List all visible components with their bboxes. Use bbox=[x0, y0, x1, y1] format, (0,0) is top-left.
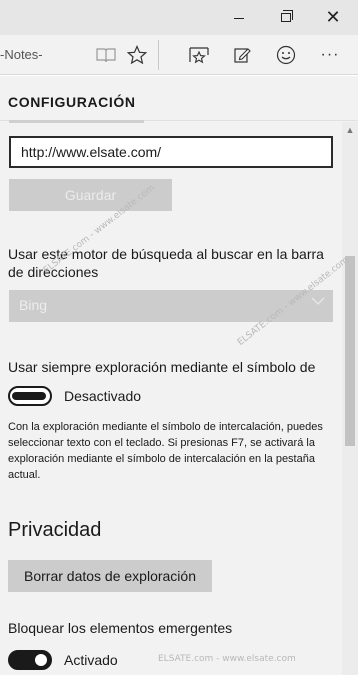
minimize-button[interactable] bbox=[216, 0, 262, 35]
reading-view-button[interactable] bbox=[92, 41, 120, 69]
toggle-track-fill bbox=[12, 392, 46, 400]
hub-favorites-icon bbox=[189, 47, 209, 64]
caret-browsing-toggle[interactable] bbox=[8, 386, 52, 406]
more-ellipsis-icon: ··· bbox=[320, 46, 340, 63]
clear-browsing-data-button[interactable]: Borrar datos de exploración bbox=[8, 560, 212, 592]
hub-button[interactable] bbox=[185, 41, 213, 69]
favorite-star-icon bbox=[127, 45, 147, 65]
watermark: ELSATE.com - www.elsate.com bbox=[158, 654, 296, 664]
caret-browsing-description: Con la exploración mediante el símbolo d… bbox=[8, 421, 323, 481]
popup-block-state: Activado bbox=[64, 652, 118, 668]
chevron-down-icon bbox=[311, 297, 325, 305]
caret-browsing-state: Desactivado bbox=[64, 388, 142, 404]
feedback-button[interactable] bbox=[272, 41, 300, 69]
add-favorite-button[interactable] bbox=[123, 41, 151, 69]
settings-panel: CONFIGURACIÓN http://www.elsate.com/ Gua… bbox=[0, 76, 358, 675]
restore-button[interactable] bbox=[263, 0, 309, 35]
panel-title: CONFIGURACIÓN bbox=[8, 94, 136, 110]
privacy-heading: Privacidad bbox=[8, 519, 102, 541]
browser-toolbar: -Notes- ··· bbox=[0, 35, 358, 75]
more-button[interactable]: ··· bbox=[316, 41, 344, 69]
panel-scrollbar[interactable]: ▲ bbox=[342, 122, 358, 675]
popup-block-toggle[interactable] bbox=[8, 650, 52, 670]
search-engine-value: Bing bbox=[19, 297, 48, 313]
web-note-icon bbox=[234, 48, 251, 63]
minimize-icon bbox=[234, 18, 244, 19]
feedback-smiley-icon bbox=[276, 45, 296, 65]
window-titlebar: ✕ bbox=[0, 0, 358, 35]
scroll-up-arrow-icon[interactable]: ▲ bbox=[342, 122, 358, 138]
scroll-thumb[interactable] bbox=[345, 256, 355, 446]
toggle-knob bbox=[35, 654, 47, 666]
popup-block-label: Bloquear los elementos emergentes bbox=[8, 620, 233, 636]
restore-icon bbox=[281, 10, 293, 22]
close-icon: ✕ bbox=[325, 6, 341, 28]
reading-view-icon bbox=[96, 48, 116, 63]
toolbar-divider bbox=[158, 40, 159, 70]
homepage-url-input[interactable]: http://www.elsate.com/ bbox=[9, 136, 333, 168]
close-button[interactable]: ✕ bbox=[310, 0, 356, 35]
scrolled-control-edge bbox=[9, 120, 144, 123]
tab-title[interactable]: -Notes- bbox=[0, 47, 43, 62]
caret-browsing-label: Usar siempre exploración mediante el sím… bbox=[8, 359, 316, 375]
web-note-button[interactable] bbox=[228, 41, 256, 69]
